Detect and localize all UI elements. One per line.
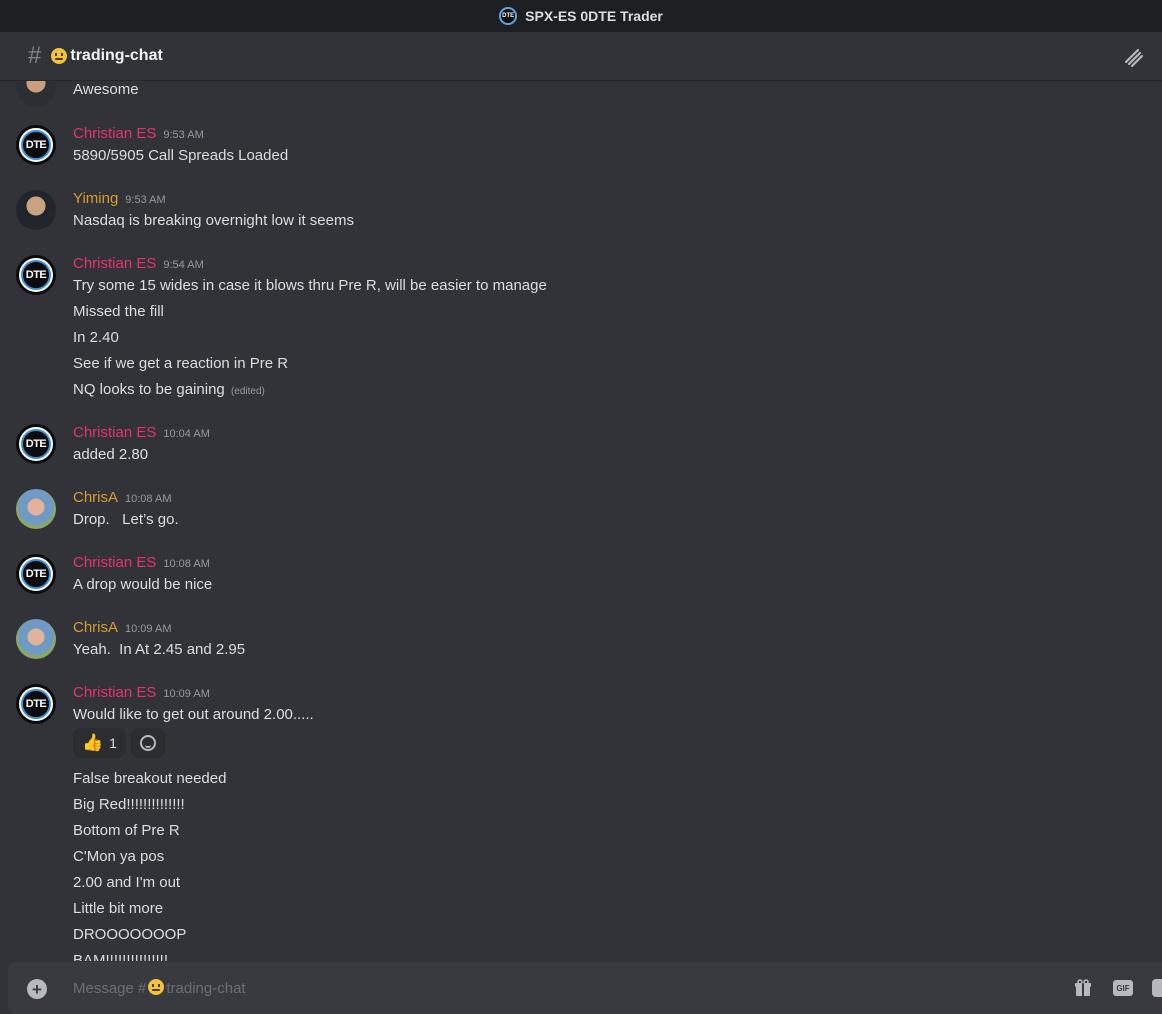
avatar[interactable]: DTE <box>16 684 56 724</box>
message-header: Yiming 9:53 AM <box>73 190 166 207</box>
username[interactable]: Christian ES <box>73 684 156 701</box>
message-text: Try some 15 wides in case it blows thru … <box>73 277 547 294</box>
username[interactable]: ChrisA <box>73 619 118 636</box>
timestamp: 10:09 AM <box>163 688 210 700</box>
message-text: In 2.40 <box>73 329 119 346</box>
message-text: A drop would be nice <box>73 576 213 593</box>
message-header: Christian ES 9:53 AM <box>73 125 204 142</box>
avatar[interactable] <box>16 81 56 107</box>
gift-icon[interactable] <box>1074 979 1092 997</box>
placeholder-channel: trading-chat <box>166 980 246 997</box>
avatar[interactable]: DTE <box>16 554 56 594</box>
message-text: See if we get a reaction in Pre R <box>73 355 289 372</box>
username[interactable]: Christian ES <box>73 554 156 571</box>
avatar[interactable]: DTE <box>16 125 56 165</box>
dte-logo-icon: DTE <box>21 429 51 459</box>
username[interactable]: Yiming <box>73 190 118 207</box>
timestamp: 9:53 AM <box>125 194 166 206</box>
message-text: BAM!!!!!!!!!!!!!!! <box>73 952 169 961</box>
message-header: Christian ES 9:54 AM <box>73 255 204 272</box>
message-header: Christian ES 10:04 AM <box>73 424 210 441</box>
message-text: Big Red!!!!!!!!!!!!!! <box>73 796 185 813</box>
add-reaction-icon <box>139 735 156 751</box>
grinning-face-icon <box>51 48 68 64</box>
timestamp: 10:08 AM <box>125 493 172 505</box>
message-text: C'Mon ya pos <box>73 848 165 865</box>
timestamp: 9:54 AM <box>163 259 204 271</box>
channel-header: # trading-chat <box>0 32 1162 81</box>
message-text: Yeah. In At 2.45 and 2.95 <box>73 641 246 658</box>
dte-logo-icon: DTE <box>21 130 51 160</box>
message-header: ChrisA 10:09 AM <box>73 619 172 636</box>
message-text-edited: NQ looks to be gaining (edited) <box>73 381 265 398</box>
message-text: Awesome <box>73 81 139 98</box>
placeholder-prefix: Message # <box>73 980 147 997</box>
timestamp: 10:08 AM <box>163 558 210 570</box>
sticker-icon[interactable] <box>1152 979 1162 997</box>
server-logo-icon: DTE <box>499 7 518 25</box>
message-text: Would like to get out around 2.00..... <box>73 706 314 723</box>
message-text: Little bit more <box>73 900 164 917</box>
avatar[interactable] <box>16 190 56 230</box>
avatar[interactable]: DTE <box>16 424 56 464</box>
username[interactable]: Christian ES <box>73 424 156 441</box>
message-input[interactable]: Message # trading-chat <box>73 979 246 997</box>
dte-logo-icon: DTE <box>21 260 51 290</box>
reaction-count: 1 <box>109 735 117 751</box>
username[interactable]: Christian ES <box>73 255 156 272</box>
username[interactable]: Christian ES <box>73 125 156 142</box>
threads-icon[interactable] <box>1122 46 1144 68</box>
add-attachment-button[interactable]: + <box>27 979 47 999</box>
avatar[interactable] <box>16 489 56 529</box>
message-header: ChrisA 10:08 AM <box>73 489 172 506</box>
message-text: DROOOOOOOP <box>73 926 187 943</box>
edited-label: (edited) <box>230 386 265 397</box>
dte-logo-icon: DTE <box>21 689 51 719</box>
message-text: False breakout needed <box>73 770 227 787</box>
message-header: Christian ES 10:08 AM <box>73 554 210 571</box>
username[interactable]: ChrisA <box>73 489 118 506</box>
message-list[interactable]: Awesome DTE Christian ES 9:53 AM 5890/590… <box>0 81 1162 961</box>
gif-button[interactable]: GIF <box>1113 980 1133 996</box>
timestamp: 10:09 AM <box>125 623 172 635</box>
add-reaction-button[interactable] <box>130 728 165 758</box>
channel-name: trading-chat <box>70 47 163 64</box>
message-composer[interactable]: + Message # trading-chat GIF <box>8 962 1162 1014</box>
message-text: 5890/5905 Call Spreads Loaded <box>73 147 289 164</box>
message-text: Missed the fill <box>73 303 164 320</box>
message-text: Nasdaq is breaking overnight low it seem… <box>73 212 354 229</box>
hash-icon: # <box>28 42 42 69</box>
message-header: Christian ES 10:09 AM <box>73 684 210 701</box>
message-text: 2.00 and I'm out <box>73 874 181 891</box>
avatar[interactable]: DTE <box>16 255 56 295</box>
reaction-bar: 👍 1 <box>73 728 165 758</box>
message-text: Bottom of Pre R <box>73 822 180 839</box>
message-text: added 2.80 <box>73 446 149 463</box>
grinning-face-icon <box>148 979 165 995</box>
message-text: Drop. Let’s go. <box>73 511 179 528</box>
dte-logo-icon: DTE <box>21 559 51 589</box>
message-text: NQ looks to be gaining <box>73 381 225 398</box>
avatar[interactable] <box>16 619 56 659</box>
window-titlebar: DTE SPX-ES 0DTE Trader <box>0 0 1162 32</box>
window-title: SPX-ES 0DTE Trader <box>525 8 663 24</box>
timestamp: 10:04 AM <box>163 428 210 440</box>
reaction-thumbs-up[interactable]: 👍 1 <box>73 728 126 758</box>
timestamp: 9:53 AM <box>163 129 204 141</box>
thumbs-up-icon: 👍 <box>82 733 104 752</box>
